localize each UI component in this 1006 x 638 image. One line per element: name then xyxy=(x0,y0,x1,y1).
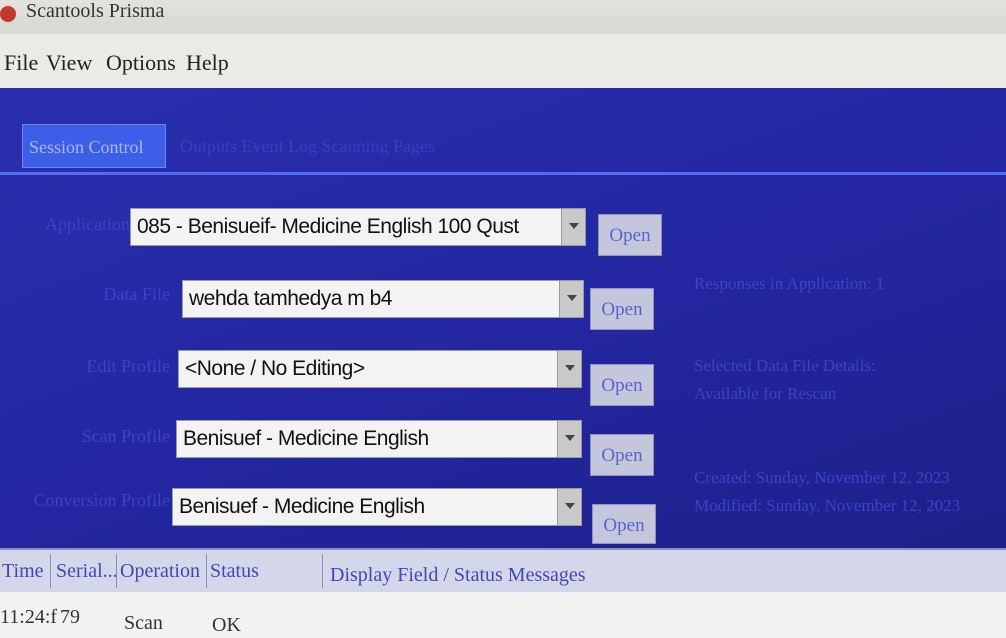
open-edit-profile-button[interactable]: Open xyxy=(590,364,654,406)
created-text: Created: Sunday, November 12, 2023 xyxy=(694,468,950,487)
application-label: Application xyxy=(45,214,130,234)
cell-operation: Scan xyxy=(124,612,163,634)
open-scan-profile-button[interactable]: Open xyxy=(590,434,654,476)
data-file-select[interactable]: wehda tamhedya m b4 xyxy=(182,280,584,318)
menu-help[interactable]: Help xyxy=(186,50,229,76)
scan-profile-select[interactable]: Benisuef - Medicine English xyxy=(176,420,582,458)
available-text: Available for Rescan xyxy=(694,384,837,403)
main-panel: Session Control Outputs Event Log Scanni… xyxy=(0,88,1006,548)
column-divider xyxy=(322,554,323,588)
status-grid-header: Time Serial... Operation Status Display … xyxy=(0,548,1006,592)
column-status[interactable]: Status xyxy=(210,560,259,583)
column-divider xyxy=(206,554,207,588)
chevron-down-icon[interactable] xyxy=(561,209,585,245)
edit-profile-label: Edit Profile xyxy=(86,356,171,376)
tab-strip: Session Control Outputs Event Log Scanni… xyxy=(14,124,1006,174)
cell-serial: 79 xyxy=(60,606,80,628)
chevron-down-icon[interactable] xyxy=(559,281,583,317)
data-file-value: wehda tamhedya m b4 xyxy=(189,287,392,310)
column-operation[interactable]: Operation xyxy=(120,560,200,583)
conversion-profile-label: Conversion Profile xyxy=(33,490,171,510)
menu-view[interactable]: View xyxy=(46,50,92,76)
selected-details-text: Selected Data File Details: xyxy=(694,356,876,375)
cell-status: OK xyxy=(212,614,241,636)
app-icon xyxy=(0,6,16,22)
menu-options[interactable]: Options xyxy=(106,50,176,76)
scan-profile-label: Scan Profile xyxy=(81,426,170,446)
column-divider xyxy=(116,554,117,588)
chevron-down-icon[interactable] xyxy=(557,489,581,525)
edit-profile-value: <None / No Editing> xyxy=(185,357,365,380)
open-conversion-profile-button[interactable]: Open xyxy=(592,504,656,544)
cell-time: 11:24:f xyxy=(0,606,58,628)
responses-text: Responses in Application: 1 xyxy=(694,274,885,293)
edit-profile-select[interactable]: <None / No Editing> xyxy=(178,350,582,388)
scan-profile-value: Benisuef - Medicine English xyxy=(183,427,429,450)
data-file-label: Data File xyxy=(103,284,170,304)
open-application-button[interactable]: Open xyxy=(598,214,662,256)
column-messages[interactable]: Display Field / Status Messages xyxy=(330,564,586,587)
application-value: 085 - Benisueif- Medicine English 100 Qu… xyxy=(137,215,519,238)
application-select[interactable]: 085 - Benisueif- Medicine English 100 Qu… xyxy=(130,208,586,246)
title-bar: Scantools Prisma xyxy=(0,0,1006,34)
conversion-profile-value: Benisuef - Medicine English xyxy=(179,495,425,518)
table-row[interactable]: 11:24:f 79 Scan OK xyxy=(0,592,1006,638)
chevron-down-icon[interactable] xyxy=(557,421,581,457)
open-data-file-button[interactable]: Open xyxy=(590,288,654,330)
column-serial[interactable]: Serial... xyxy=(56,560,118,583)
column-time[interactable]: Time xyxy=(2,560,44,583)
window-title: Scantools Prisma xyxy=(26,0,165,22)
conversion-profile-select[interactable]: Benisuef - Medicine English xyxy=(172,488,582,526)
menu-file[interactable]: File xyxy=(4,50,38,76)
tab-underline xyxy=(0,172,1006,175)
chevron-down-icon[interactable] xyxy=(557,351,581,387)
tab-session-control[interactable]: Session Control xyxy=(22,124,166,168)
column-divider xyxy=(50,554,51,588)
menu-bar: File View Options Help xyxy=(0,34,1006,88)
tab-others[interactable]: Outputs Event Log Scanning Pages xyxy=(174,124,441,168)
modified-text: Modified: Sunday, November 12, 2023 xyxy=(694,496,961,515)
